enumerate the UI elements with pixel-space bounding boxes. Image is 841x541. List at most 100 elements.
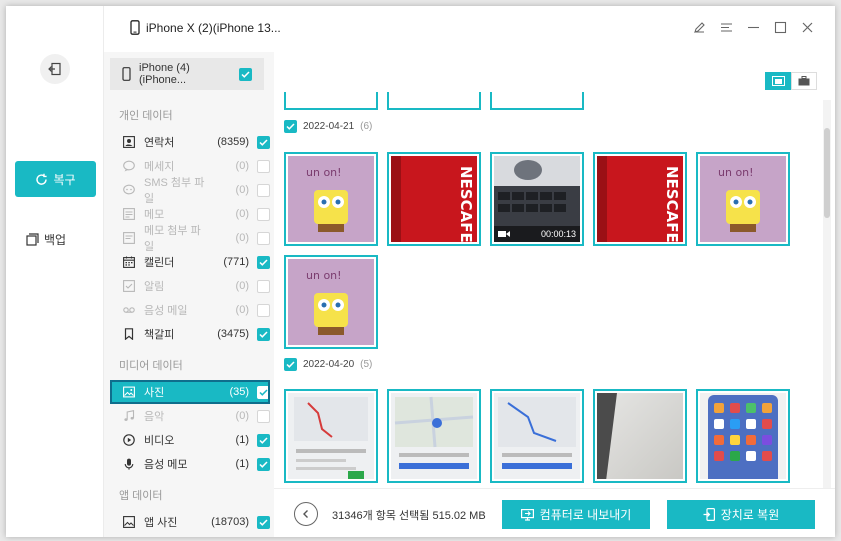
photo-thumbnail[interactable]: [696, 389, 790, 483]
category-item[interactable]: 캘린더 (771): [110, 250, 270, 274]
scrollbar[interactable]: [823, 100, 831, 492]
category-item[interactable]: 음성 메모 (1): [110, 452, 270, 476]
video-camera-icon: [498, 231, 510, 237]
recover-label: 복구: [53, 172, 76, 187]
category-checkbox[interactable]: [257, 279, 270, 293]
photo-thumbnail-partial[interactable]: [490, 92, 584, 110]
bookmark-icon: [122, 327, 136, 341]
photo-thumbnail[interactable]: [387, 389, 481, 483]
category-count: (35): [229, 386, 249, 398]
back-button[interactable]: [40, 54, 70, 84]
category-item[interactable]: 알림 (0): [110, 274, 270, 298]
category-item[interactable]: 메모 첨부 파일 (0): [110, 225, 270, 253]
category-count: (0): [235, 160, 249, 172]
photo-thumbnail[interactable]: NESCAFE: [387, 152, 481, 246]
device-name: iPhone X (2)(iPhone 13...: [146, 20, 281, 35]
date-count: (5): [360, 359, 373, 370]
app-window: 복구 백업 iPhone X (2)(iPhone 13... iPhone (…: [6, 6, 835, 537]
category-count: (18703): [211, 516, 249, 528]
category-checkbox[interactable]: [257, 515, 270, 529]
note-attachment-icon: [122, 231, 136, 245]
category-checkbox[interactable]: [257, 327, 270, 341]
sms-attachment-icon: [122, 183, 136, 197]
photo-thumbnail[interactable]: un on!: [284, 255, 378, 349]
category-label: 음성 메모: [144, 459, 188, 471]
category-checkbox[interactable]: [257, 433, 270, 447]
svg-text:un on!: un on!: [718, 166, 754, 179]
date-label: 2022-04-21: [303, 121, 355, 132]
category-count: (1): [235, 434, 249, 446]
backup-button[interactable]: 백업: [26, 226, 66, 252]
minimize-icon[interactable]: [746, 20, 761, 35]
svg-text:un on!: un on!: [306, 166, 342, 179]
category-label: 알림: [144, 281, 165, 293]
category-item[interactable]: 사진 (35): [110, 380, 270, 404]
video-thumbnail[interactable]: 00:00:13: [490, 152, 584, 246]
svg-text:NESCAFE: NESCAFE: [457, 166, 475, 242]
date-count: (6): [360, 121, 373, 132]
device-restore-icon: [703, 508, 715, 521]
photo-thumbnail-partial[interactable]: [387, 92, 481, 110]
note-icon: [122, 207, 136, 221]
restore-label: 장치로 복원: [720, 508, 780, 522]
category-checkbox[interactable]: [257, 255, 270, 269]
svg-text:NESCAFE: NESCAFE: [663, 166, 681, 242]
photo-thumbnail[interactable]: un on!: [696, 152, 790, 246]
grid-view-icon: [771, 76, 785, 86]
category-count: (0): [235, 304, 249, 316]
device-selector[interactable]: iPhone (4)(iPhone...: [110, 58, 264, 90]
photo-thumbnail-partial[interactable]: [284, 92, 378, 110]
category-checkbox[interactable]: [257, 159, 270, 173]
photo-thumbnail[interactable]: un on!: [284, 152, 378, 246]
selection-summary: 31346개 항목 선택됨 515.02 MB: [332, 510, 486, 522]
category-checkbox[interactable]: [257, 135, 270, 149]
category-count: (1): [235, 458, 249, 470]
menu-icon[interactable]: [719, 20, 734, 35]
photo-thumbnail[interactable]: NESCAFE: [593, 152, 687, 246]
list-view-button[interactable]: [791, 72, 817, 90]
feedback-icon[interactable]: [692, 20, 707, 35]
date-group-checkbox[interactable]: [284, 120, 297, 133]
category-item[interactable]: 앱 사진 (18703): [110, 510, 270, 534]
photo-thumbnail[interactable]: [593, 389, 687, 483]
category-label: 음성 메일: [144, 305, 188, 317]
photo-thumbnail[interactable]: [284, 389, 378, 483]
recover-button[interactable]: 복구: [15, 161, 96, 197]
close-icon[interactable]: [800, 20, 815, 35]
category-checkbox[interactable]: [257, 183, 270, 197]
category-checkbox[interactable]: [257, 457, 270, 471]
category-checkbox[interactable]: [257, 409, 270, 423]
phone-icon: [122, 67, 131, 81]
section-personal-data: 개인 데이터: [119, 110, 173, 122]
category-item[interactable]: 비디오 (1): [110, 428, 270, 452]
category-checkbox[interactable]: [257, 207, 270, 221]
device-checkbox[interactable]: [239, 67, 252, 81]
title-bar: iPhone X (2)(iPhone 13...: [104, 6, 835, 52]
briefcase-icon: [798, 76, 810, 86]
category-item[interactable]: 책갈피 (3475): [110, 322, 270, 346]
video-overlay: 00:00:13: [494, 226, 580, 242]
backup-label: 백업: [44, 232, 67, 247]
voicemail-icon: [122, 303, 136, 317]
scrollbar-thumb[interactable]: [824, 128, 830, 218]
photo-grid: 2022-04-21 (6) un on! NESCAFE 00:00:13 N…: [274, 92, 820, 488]
voice-memo-icon: [122, 457, 136, 471]
maximize-icon[interactable]: [773, 20, 788, 35]
photo-thumbnail[interactable]: [490, 389, 584, 483]
category-checkbox[interactable]: [257, 303, 270, 317]
category-checkbox[interactable]: [257, 385, 270, 399]
date-group-checkbox[interactable]: [284, 358, 297, 371]
category-item[interactable]: SMS 첨부 파일 (0): [110, 177, 270, 205]
category-item[interactable]: 음악 (0): [110, 404, 270, 428]
previous-button[interactable]: [294, 502, 318, 526]
section-media-data: 미디어 데이터: [119, 360, 183, 372]
export-to-computer-button[interactable]: 컴퓨터로 내보내기: [502, 500, 650, 529]
restore-to-device-button[interactable]: 장치로 복원: [667, 500, 815, 529]
category-item[interactable]: 음성 메일 (0): [110, 298, 270, 322]
category-label: 책갈피: [144, 329, 175, 341]
view-toggle: [765, 72, 817, 90]
date-label: 2022-04-20: [303, 359, 355, 370]
category-item[interactable]: 연락처 (8359): [110, 130, 270, 154]
category-checkbox[interactable]: [257, 231, 270, 245]
grid-view-button[interactable]: [765, 72, 791, 90]
